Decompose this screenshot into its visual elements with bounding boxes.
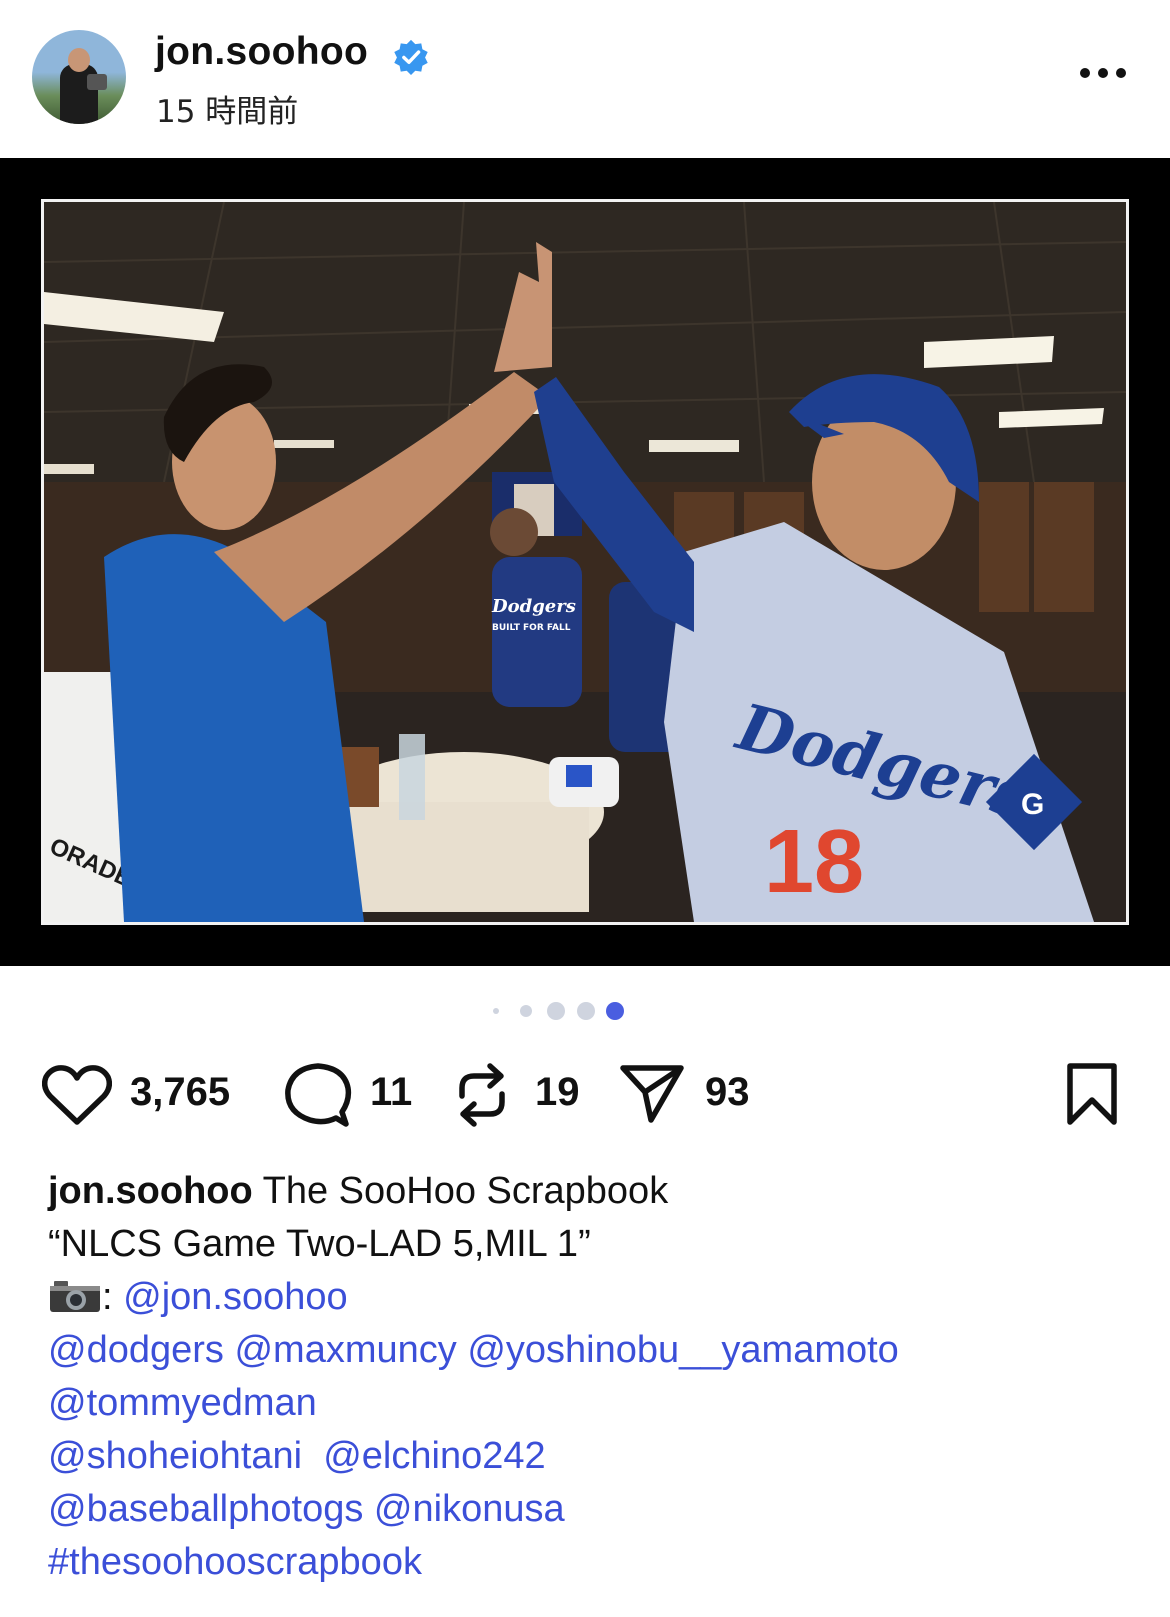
caption-line-4: @dodgers @maxmuncy @yoshinobu__yamamoto — [48, 1324, 1138, 1377]
mention-link[interactable]: @baseballphotogs — [48, 1488, 363, 1530]
post-username[interactable]: jon.soohoo — [155, 30, 368, 74]
caption-line-2: “NLCS Game Two-LAD 5,MIL 1” — [48, 1223, 591, 1265]
caption-line-3: : @jon.soohoo — [48, 1271, 1138, 1324]
post-photo: Dodgers BUILT FOR FALL ORADE Dodgers 18 … — [41, 199, 1129, 925]
avatar[interactable] — [32, 30, 126, 124]
post-media[interactable]: Dodgers BUILT FOR FALL ORADE Dodgers 18 … — [0, 158, 1170, 966]
caption-line-7: @baseballphotogs @nikonusa — [48, 1483, 1138, 1536]
carousel-dot — [547, 1002, 565, 1020]
mention-link[interactable]: @elchino242 — [323, 1435, 545, 1477]
shirt-sub-text: BUILT FOR FALL — [492, 623, 571, 633]
camera-emoji-icon — [50, 1281, 100, 1312]
comment-count[interactable]: 11 — [370, 1070, 412, 1115]
share-icon[interactable] — [619, 1062, 685, 1126]
camera-prefix: : — [102, 1276, 124, 1318]
caption-line-5: @tommyedman — [48, 1377, 1138, 1430]
jersey-patch-text: G — [1021, 788, 1044, 821]
post-timestamp: 15 時間前 — [156, 94, 299, 130]
carousel-dot-active — [606, 1002, 624, 1020]
caption-line-6: @shoheiohtani @elchino242 — [48, 1430, 1138, 1483]
share-count[interactable]: 93 — [705, 1070, 750, 1115]
repost-icon[interactable] — [452, 1060, 512, 1130]
repost-count[interactable]: 19 — [535, 1070, 580, 1115]
action-bar: 3,765 11 19 93 — [0, 1050, 1170, 1140]
caption-line-1: jon.soohoo The SooHoo Scrapbook — [48, 1165, 1138, 1218]
carousel-indicator — [0, 1000, 1170, 1024]
like-count[interactable]: 3,765 — [130, 1070, 230, 1115]
mention-link[interactable]: @maxmuncy — [234, 1329, 456, 1371]
caption-username[interactable]: jon.soohoo — [48, 1170, 253, 1212]
mention-link[interactable]: @jon.soohoo — [123, 1276, 348, 1318]
post-header: jon.soohoo 15 時間前 — [0, 0, 1170, 158]
mention-link[interactable]: @nikonusa — [374, 1488, 565, 1530]
carousel-dot — [577, 1002, 595, 1020]
carousel-dot — [493, 1008, 499, 1014]
caption-line-8: #thesoohooscrapbook — [48, 1536, 1138, 1589]
caption-title: The SooHoo Scrapbook — [252, 1170, 669, 1212]
hashtag-link[interactable]: #thesoohooscrapbook — [48, 1541, 422, 1583]
comment-icon[interactable] — [284, 1062, 352, 1128]
verified-badge-icon — [394, 39, 428, 76]
carousel-dot — [520, 1005, 532, 1017]
jersey-number: 18 — [764, 812, 864, 912]
mention-link[interactable]: @dodgers — [48, 1329, 224, 1371]
mention-link[interactable]: @tommyedman — [48, 1382, 317, 1424]
mention-link[interactable]: @shoheiohtani — [48, 1435, 302, 1477]
more-options-icon[interactable] — [1078, 66, 1128, 80]
shirt-logo-text: Dodgers — [491, 596, 576, 617]
heart-icon[interactable] — [42, 1064, 112, 1126]
bookmark-icon[interactable] — [1064, 1062, 1120, 1128]
mention-link[interactable]: @yoshinobu__yamamoto — [467, 1329, 899, 1371]
post-caption: jon.soohoo The SooHoo Scrapbook “NLCS Ga… — [48, 1165, 1138, 1589]
